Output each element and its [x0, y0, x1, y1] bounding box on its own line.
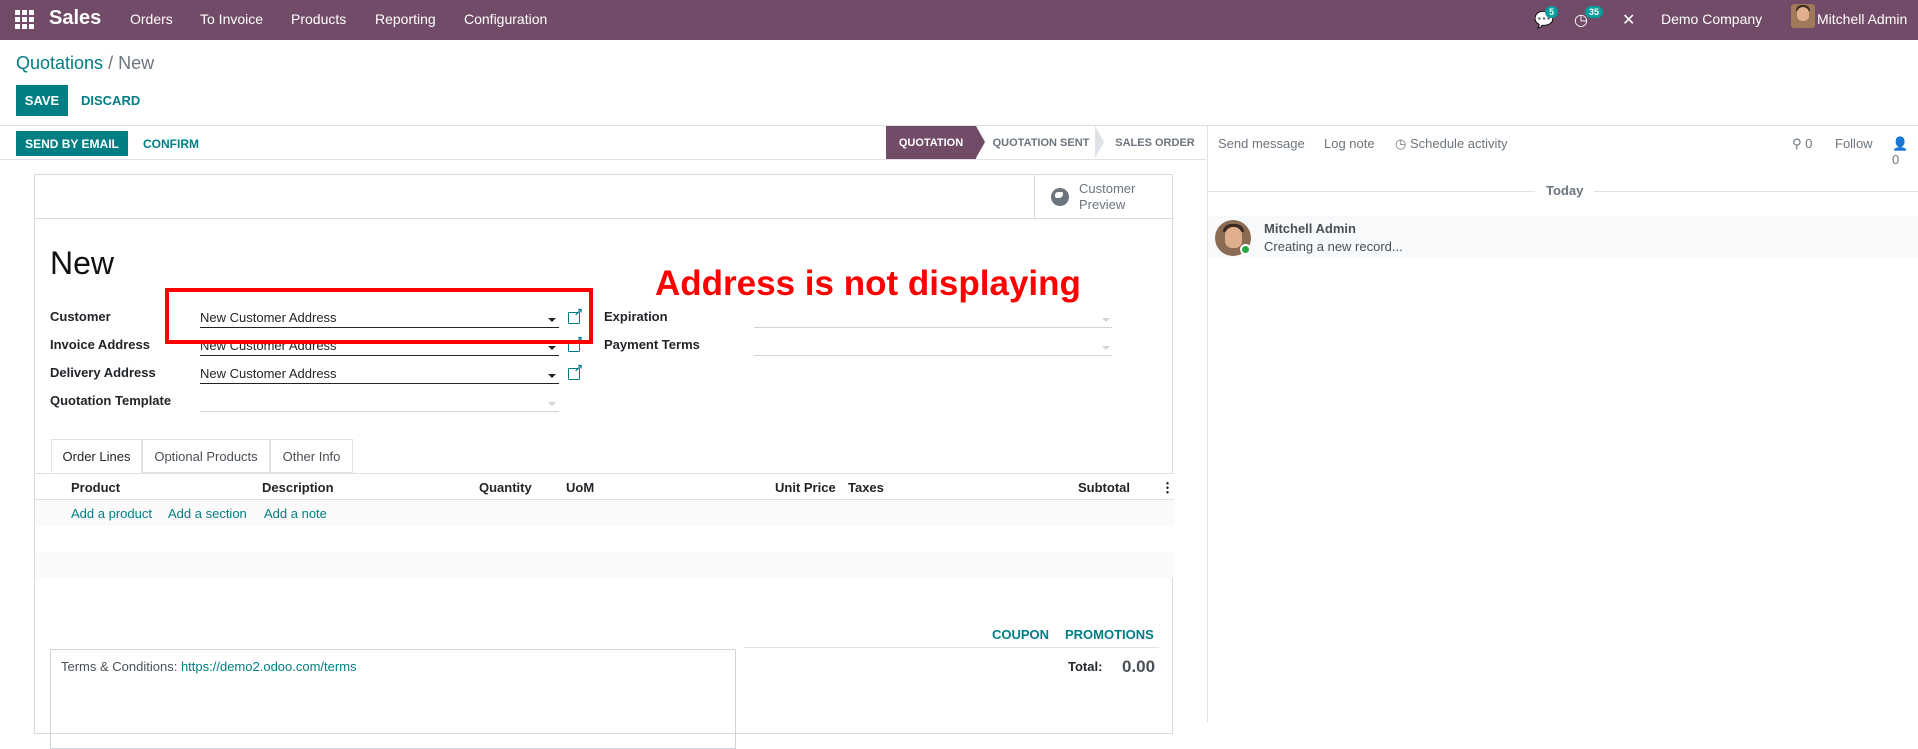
terms-prefix: Terms & Conditions:: [61, 659, 178, 674]
message-body: Creating a new record...: [1264, 239, 1403, 254]
message-author[interactable]: Mitchell Admin: [1264, 221, 1356, 236]
delivery-address-field[interactable]: New Customer Address: [200, 362, 559, 384]
menu-configuration[interactable]: Configuration: [464, 11, 547, 27]
col-taxes[interactable]: Taxes: [848, 480, 884, 495]
date-separator: Today: [1546, 183, 1584, 198]
delivery-external-link-icon[interactable]: [568, 362, 583, 380]
delivery-dropdown-icon[interactable]: [548, 374, 556, 378]
confirm-button[interactable]: CONFIRM: [143, 137, 199, 151]
total-amount: 0.00: [1122, 657, 1156, 676]
quotation-template-label: Quotation Template: [50, 393, 172, 408]
annotation-highlight-box: [165, 288, 593, 344]
attachments-count: 0: [1805, 136, 1813, 151]
followers-count: 0: [1892, 152, 1900, 167]
payment-terms-label: Payment Terms: [604, 337, 700, 352]
customer-preview-line1: Customer: [1079, 181, 1136, 196]
quotation-template-field[interactable]: [200, 390, 559, 412]
promotions-button[interactable]: PROMOTIONS: [1065, 627, 1154, 642]
tab-other-info[interactable]: Other Info: [270, 439, 353, 473]
user-menu[interactable]: Mitchell Admin: [1817, 11, 1907, 27]
breadcrumb: Quotations / New: [16, 53, 154, 74]
globe-icon: [1051, 188, 1069, 206]
breadcrumb-current: New: [118, 53, 155, 73]
terms-link[interactable]: https://demo2.odoo.com/terms: [181, 659, 357, 674]
follow-button[interactable]: Follow: [1835, 136, 1873, 151]
order-lines-header: Product Description Quantity UoM Unit Pr…: [35, 473, 1174, 500]
col-unit-price[interactable]: Unit Price: [775, 480, 836, 495]
tab-optional-products[interactable]: Optional Products: [142, 439, 270, 473]
chatter-panel: Send message Log note ◷ Schedule activit…: [1207, 126, 1918, 722]
add-section-link[interactable]: Add a section: [168, 506, 247, 521]
expiration-field[interactable]: [754, 306, 1112, 328]
discard-button[interactable]: DISCARD: [81, 93, 140, 108]
customer-label: Customer: [50, 309, 111, 324]
menu-products[interactable]: Products: [291, 11, 346, 27]
menu-orders[interactable]: Orders: [130, 11, 173, 27]
date-separator-line: [1594, 191, 1918, 192]
terms-and-conditions-field[interactable]: Terms & Conditions: https://demo2.odoo.c…: [50, 649, 736, 749]
terms-text: Terms & Conditions: https://demo2.odoo.c…: [61, 659, 357, 674]
add-note-link[interactable]: Add a note: [264, 506, 327, 521]
expiration-label: Expiration: [604, 309, 668, 324]
stage-arrow: [1095, 126, 1104, 158]
col-uom[interactable]: UoM: [566, 480, 594, 495]
stage-quotation-sent[interactable]: QUOTATION SENT: [987, 126, 1095, 159]
schedule-activity-button[interactable]: ◷ Schedule activity: [1395, 136, 1508, 152]
breadcrumb-quotations[interactable]: Quotations: [16, 53, 103, 73]
user-avatar[interactable]: [1791, 4, 1815, 28]
menu-to-invoice[interactable]: To Invoice: [200, 11, 263, 27]
annotation-text: Address is not displaying: [655, 264, 1081, 303]
send-by-email-button[interactable]: SEND BY EMAIL: [16, 131, 128, 156]
stage-sales-order[interactable]: SALES ORDER: [1108, 126, 1202, 159]
invoice-address-label: Invoice Address: [50, 337, 150, 352]
chatter-topbar: Send message Log note ◷ Schedule activit…: [1208, 126, 1918, 167]
date-separator-line: [1208, 191, 1535, 192]
add-product-link[interactable]: Add a product: [71, 506, 152, 521]
empty-row: [35, 526, 1174, 552]
menu-reporting[interactable]: Reporting: [375, 11, 436, 27]
schedule-activity-label: Schedule activity: [1409, 136, 1508, 151]
col-quantity[interactable]: Quantity: [479, 480, 532, 495]
activities-badge: 35: [1585, 6, 1604, 18]
apps-menu-icon[interactable]: [15, 10, 34, 29]
empty-row: [35, 552, 1174, 578]
main-navbar: Sales Orders To Invoice Products Reporti…: [0, 0, 1918, 40]
followers-button[interactable]: 👤 0: [1892, 136, 1918, 167]
user-icon: 👤: [1892, 136, 1909, 151]
optional-columns-icon[interactable]: [1166, 481, 1169, 494]
coupon-button[interactable]: COUPON: [992, 627, 1049, 642]
messages-badge: 5: [1545, 6, 1559, 18]
save-button[interactable]: SAVE: [16, 85, 68, 116]
col-subtotal[interactable]: Subtotal: [1078, 480, 1130, 495]
app-name[interactable]: Sales: [49, 7, 101, 30]
invoice-dropdown-icon[interactable]: [548, 346, 556, 350]
form-sheet: Customer Preview New Customer New Custom…: [34, 174, 1174, 749]
total-label: Total:: [1068, 659, 1103, 674]
log-note-button[interactable]: Log note: [1324, 136, 1375, 151]
expiration-dropdown-icon[interactable]: [1102, 318, 1110, 322]
debug-tools-icon[interactable]: ✕: [1622, 10, 1635, 30]
breadcrumb-separator: /: [108, 53, 114, 73]
button-box: Customer Preview: [35, 175, 1174, 219]
customer-preview-button[interactable]: Customer Preview: [1034, 175, 1174, 219]
stage-arrow: [976, 126, 985, 158]
stage-quotation[interactable]: QUOTATION: [886, 126, 976, 159]
total-divider: [744, 647, 1159, 648]
tab-order-lines[interactable]: Order Lines: [51, 439, 142, 473]
record-title: New: [50, 245, 115, 281]
paperclip-icon: ⚲: [1792, 136, 1802, 151]
clock-icon: ◷: [1395, 136, 1407, 151]
send-message-button[interactable]: Send message: [1218, 136, 1305, 151]
online-status-icon: [1240, 244, 1251, 255]
payment-terms-field[interactable]: [754, 334, 1112, 356]
template-dropdown-icon[interactable]: [548, 402, 556, 406]
payment-dropdown-icon[interactable]: [1102, 346, 1110, 350]
customer-preview-line2: Preview: [1079, 197, 1126, 212]
col-product[interactable]: Product: [71, 480, 120, 495]
delivery-address-label: Delivery Address: [50, 365, 156, 380]
attachments-button[interactable]: ⚲ 0: [1792, 136, 1812, 152]
company-switcher[interactable]: Demo Company: [1661, 11, 1762, 27]
col-description[interactable]: Description: [262, 480, 334, 495]
